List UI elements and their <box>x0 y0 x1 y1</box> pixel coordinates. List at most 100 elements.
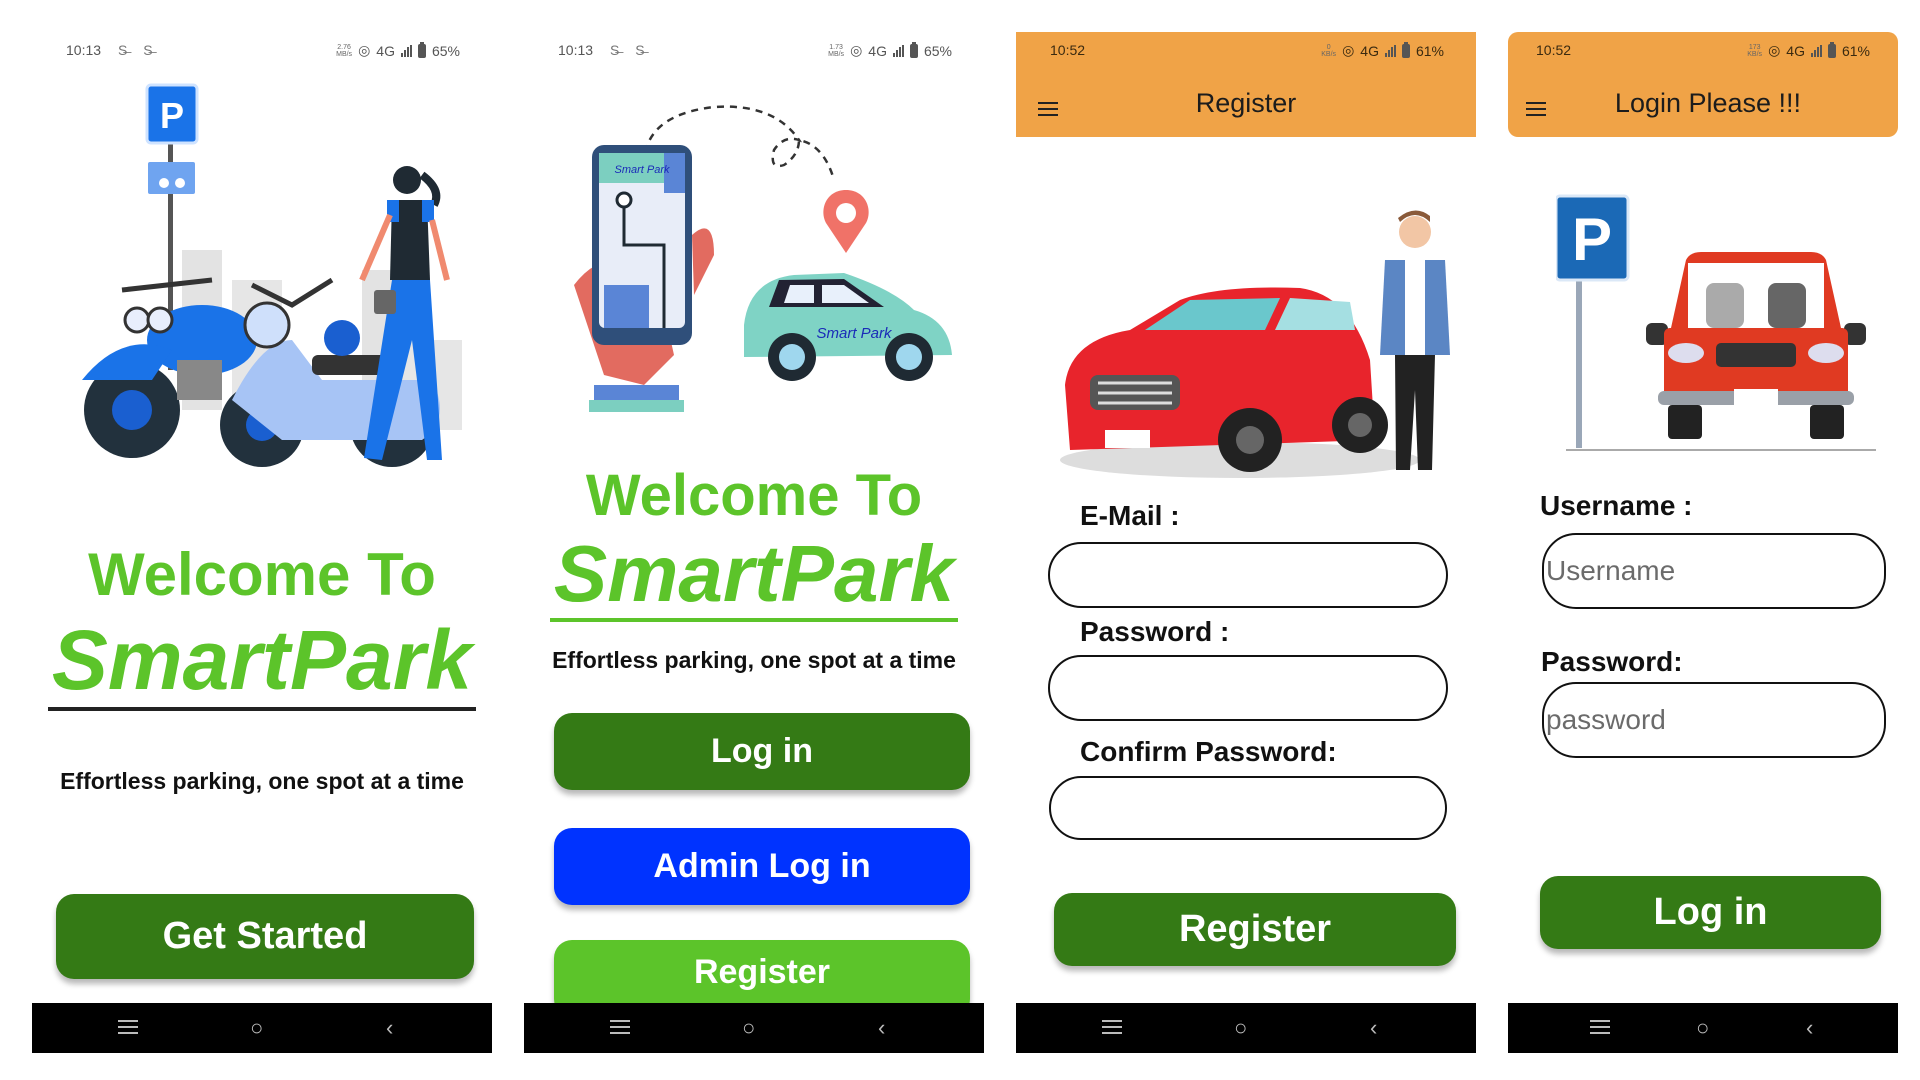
smart-park-app-illustration: Smart Park Smart Park <box>574 105 952 412</box>
back-icon[interactable]: ‹ <box>386 1014 393 1042</box>
username-input[interactable] <box>1542 533 1886 609</box>
network-speed: 2.76 MB/s <box>336 43 353 58</box>
home-icon[interactable]: ○ <box>250 1014 263 1042</box>
back-icon[interactable]: ‹ <box>878 1014 885 1042</box>
motorcycles-parking-illustration: P <box>82 83 462 467</box>
password-label: Password : <box>1080 616 1230 647</box>
back-icon[interactable]: ‹ <box>1370 1014 1377 1042</box>
confirm-password-label: Confirm Password: <box>1080 736 1337 767</box>
admin-login-button[interactable]: Admin Log in <box>554 828 970 905</box>
parking-sign-icon: P <box>1556 194 1630 448</box>
app-bar: 10:52 173 KB/s ◎ 4G 61% Login Please !!! <box>1508 32 1898 137</box>
status-time: 10:52 <box>1536 42 1572 58</box>
hotspot-icon: ◎ <box>358 42 371 58</box>
scooter-sign-icon <box>148 162 195 194</box>
home-icon[interactable]: ○ <box>742 1014 755 1042</box>
status-right: 1.73 MB/s ◎ 4G 65% <box>828 41 952 59</box>
status-time: 10:52 <box>1050 42 1086 58</box>
system-nav-bar: ○ ‹ <box>524 1003 984 1053</box>
notification-icons: S̶ S̶ <box>610 42 651 58</box>
register-submit-button[interactable]: Register <box>1054 893 1456 966</box>
get-started-button[interactable]: Get Started <box>56 894 474 979</box>
car-label: Smart Park <box>816 325 893 342</box>
home-icon[interactable]: ○ <box>1696 1014 1709 1042</box>
system-nav-bar: ○ ‹ <box>1016 1003 1476 1053</box>
welcome-heading: Welcome To <box>585 463 923 528</box>
battery-level: 65% <box>431 42 460 59</box>
welcome-heading: Welcome To <box>88 541 436 608</box>
screen-welcome: 10:13 S̶ S̶ 2.76 MB/s ◎ 4G 65% P Welcome… <box>32 0 492 1080</box>
battery-icon <box>417 41 426 58</box>
red-car-front-icon <box>1646 252 1866 439</box>
back-icon[interactable]: ‹ <box>1806 1014 1813 1042</box>
location-pin-icon <box>823 190 869 253</box>
svg-text:P: P <box>160 95 184 136</box>
brand-title: SmartPark <box>524 528 984 622</box>
status-right: 2.76 MB/s ◎ 4G 65% <box>336 41 460 59</box>
screen-register: 10:52 0 KB/s ◎ 4G 61% Register E-Mail: … <box>1016 0 1476 1080</box>
parking-sign-icon: P <box>145 83 199 145</box>
password-input[interactable] <box>1048 655 1448 721</box>
signal-icon <box>1810 44 1822 57</box>
battery-icon <box>909 41 918 58</box>
status-bar: 10:13 S̶ S̶ 1.73 MB/s ◎ 4G 65% <box>524 40 984 62</box>
tagline: Effortless parking, one spot at a time <box>60 768 464 794</box>
network-speed: 173 KB/s <box>1747 43 1763 58</box>
status-bar: 10:13 S̶ S̶ 2.76 MB/s ◎ 4G 65% <box>32 40 492 62</box>
recent-apps-icon[interactable] <box>610 1016 630 1038</box>
car-and-man-illustration <box>1060 210 1450 478</box>
red-car-icon <box>1065 287 1388 472</box>
network-type: 4G <box>868 42 887 59</box>
hotspot-icon: ◎ <box>1342 42 1355 58</box>
status-time: 10:13 <box>558 42 594 58</box>
battery-level: 61% <box>1841 42 1870 59</box>
tagline: Effortless parking, one spot at a time <box>552 647 956 673</box>
battery-icon <box>1827 41 1836 58</box>
network-speed: 1.73 MB/s <box>828 43 845 58</box>
system-nav-bar: ○ ‹ <box>1508 1003 1898 1053</box>
status-right: 173 KB/s ◎ 4G 61% <box>1747 41 1870 59</box>
screen-login: 10:52 173 KB/s ◎ 4G 61% Login Please !!! … <box>1508 0 1898 1080</box>
page-title: Register <box>1195 88 1297 118</box>
hotspot-icon: ◎ <box>1768 42 1781 58</box>
svg-text:P: P <box>1572 206 1612 273</box>
network-type: 4G <box>1360 42 1379 59</box>
brand-text: SmartPark <box>47 613 477 711</box>
network-type: 4G <box>1786 42 1805 59</box>
recent-apps-icon[interactable] <box>118 1016 138 1038</box>
battery-icon <box>1401 41 1410 58</box>
network-type: 4G <box>376 42 395 59</box>
password-label: Password: <box>1541 646 1683 677</box>
status-bar: 10:52 173 KB/s ◎ 4G 61% <box>1508 40 1898 62</box>
man-icon <box>1380 210 1450 470</box>
phone-icon: Smart Park <box>574 145 714 412</box>
status-time: 10:13 <box>66 42 102 58</box>
system-nav-bar: ○ ‹ <box>32 1003 492 1053</box>
status-right: 0 KB/s ◎ 4G 61% <box>1321 41 1444 59</box>
hotspot-icon: ◎ <box>850 42 863 58</box>
brand-text: SmartPark <box>549 529 959 622</box>
car-icon: Smart Park <box>744 273 952 381</box>
brand-title: SmartPark <box>32 612 492 711</box>
recent-apps-icon[interactable] <box>1590 1016 1610 1038</box>
page-title: Login Please !!! <box>1614 88 1802 118</box>
home-icon[interactable]: ○ <box>1234 1014 1247 1042</box>
battery-level: 61% <box>1415 42 1444 59</box>
email-input[interactable] <box>1048 542 1448 608</box>
recent-apps-icon[interactable] <box>1102 1016 1122 1038</box>
password-input[interactable] <box>1542 682 1886 758</box>
email-label: E-Mail : <box>1080 500 1180 531</box>
phone-app-label: Smart Park <box>614 164 670 176</box>
screen-home: 10:13 S̶ S̶ 1.73 MB/s ◎ 4G 65% Smart Park <box>524 0 984 1080</box>
battery-level: 65% <box>923 42 952 59</box>
parked-car-illustration: P <box>1556 194 1876 451</box>
username-label: Username : <box>1540 490 1693 521</box>
confirm-password-input[interactable] <box>1049 776 1447 840</box>
login-submit-button[interactable]: Log in <box>1540 876 1881 949</box>
login-button[interactable]: Log in <box>554 713 970 790</box>
notification-icons: S̶ S̶ <box>118 42 159 58</box>
network-speed: 0 KB/s <box>1321 43 1337 58</box>
status-bar: 10:52 0 KB/s ◎ 4G 61% <box>1016 40 1476 62</box>
signal-icon <box>892 44 904 57</box>
app-bar: 10:52 0 KB/s ◎ 4G 61% Register <box>1016 32 1476 137</box>
